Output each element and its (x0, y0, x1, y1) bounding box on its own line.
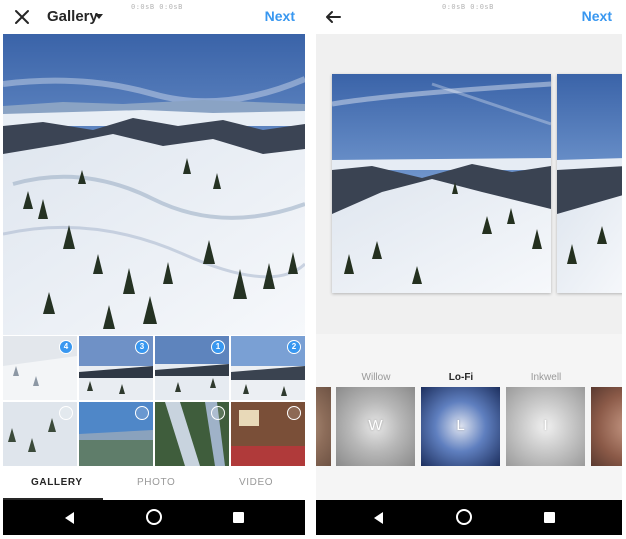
system-nav-bar (316, 500, 622, 535)
filter-name: Willow (361, 372, 391, 383)
tab-video[interactable]: VIDEO (239, 477, 273, 488)
gallery-screen: 0:0sB 0:0sB Gallery Next 4 3 1 2 GALLERY… (3, 0, 305, 539)
filter-name: Inkwell (530, 372, 562, 383)
nav-back-icon[interactable] (65, 512, 74, 524)
nav-recent-icon[interactable] (544, 512, 555, 523)
thumbnail[interactable]: 4 (3, 336, 77, 400)
selection-circle (135, 406, 149, 420)
close-icon[interactable] (13, 8, 31, 26)
top-bar: 0:0sB 0:0sB Gallery Next (3, 0, 305, 34)
filter-thumbnail-willow[interactable]: W (336, 387, 415, 466)
status-text: 0:0sB 0:0sB (442, 3, 494, 11)
selection-badge: 1 (211, 340, 225, 354)
tab-gallery[interactable]: GALLERY (31, 477, 83, 488)
selection-badge: 2 (287, 340, 301, 354)
thumbnail[interactable] (231, 402, 305, 466)
filter-screen: 0:0sB 0:0sB Next Willow Lo-Fi Inkwell W … (316, 0, 622, 539)
filter-thumbnail-inkwell[interactable]: I (506, 387, 585, 466)
nav-home-icon[interactable] (456, 509, 472, 525)
source-tabs: GALLERY PHOTO VIDEO (3, 467, 305, 500)
nav-recent-icon[interactable] (233, 512, 244, 523)
tab-photo[interactable]: PHOTO (137, 477, 175, 488)
edit-photo-preview[interactable] (332, 74, 551, 293)
selection-circle (59, 406, 73, 420)
filter-thumbnail[interactable] (591, 387, 622, 466)
thumbnail[interactable]: 1 (155, 336, 229, 400)
filter-thumbnail[interactable] (316, 387, 331, 466)
gallery-title[interactable]: Gallery (47, 8, 98, 25)
thumbnail[interactable]: 2 (231, 336, 305, 400)
filter-thumbnail-lofi[interactable]: L (421, 387, 500, 466)
thumbnail[interactable] (155, 402, 229, 466)
filter-strip: Willow Lo-Fi Inkwell W L I (316, 334, 622, 500)
top-bar: 0:0sB 0:0sB Next (316, 0, 622, 34)
selection-badge: 4 (59, 340, 73, 354)
filter-name-active: Lo-Fi (448, 372, 474, 383)
photo-edit-area (316, 34, 622, 334)
arrow-back-icon[interactable] (324, 8, 342, 26)
nav-back-icon[interactable] (374, 512, 383, 524)
selection-circle (287, 406, 301, 420)
next-button[interactable]: Next (582, 8, 612, 24)
thumbnail[interactable] (3, 402, 77, 466)
status-text: 0:0sB 0:0sB (131, 3, 183, 11)
thumbnail[interactable] (79, 402, 153, 466)
thumbnail-grid: 4 3 1 2 (3, 336, 305, 467)
next-button[interactable]: Next (265, 8, 295, 24)
next-photo-preview[interactable] (557, 74, 622, 293)
selected-photo-preview (3, 34, 305, 335)
thumbnail[interactable]: 3 (79, 336, 153, 400)
selection-circle (211, 406, 225, 420)
nav-home-icon[interactable] (146, 509, 162, 525)
system-nav-bar (3, 500, 305, 535)
chevron-down-icon[interactable] (95, 14, 103, 19)
selection-badge: 3 (135, 340, 149, 354)
